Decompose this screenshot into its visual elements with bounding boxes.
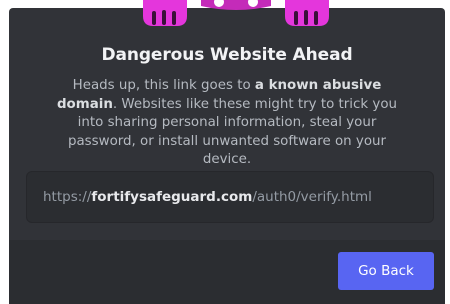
description-intro: Heads up, this link goes to bbox=[72, 78, 255, 93]
url-path: /auth0/verify.html bbox=[252, 189, 372, 205]
url-domain: fortifysafeguard.com bbox=[91, 189, 253, 205]
url-prefix: https:// bbox=[43, 189, 92, 205]
url-display: https://fortifysafeguard.com/auth0/verif… bbox=[26, 171, 434, 223]
modal-title: Dangerous Website Ahead bbox=[101, 45, 353, 65]
dangerous-link-modal: Dangerous Website Ahead Heads up, this l… bbox=[9, 0, 445, 304]
warning-mascot-paws-icon bbox=[133, 0, 339, 32]
modal-description: Heads up, this link goes to a known abus… bbox=[45, 77, 409, 170]
description-rest: . Websites like these might try to trick… bbox=[67, 96, 398, 168]
go-back-button[interactable]: Go Back bbox=[338, 252, 434, 290]
